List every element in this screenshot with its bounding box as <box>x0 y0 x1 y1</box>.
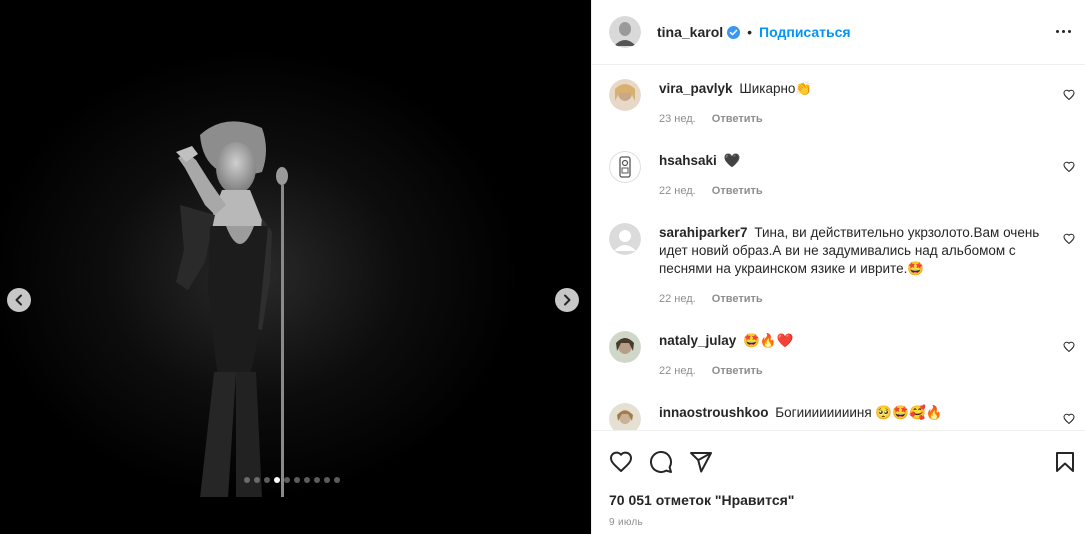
author-username[interactable]: tina_karol <box>657 24 723 40</box>
comment-body: innaostroushkoo Богииииииииня 🥺🤩🥰🔥 <box>659 404 1049 422</box>
carousel-dot <box>334 477 340 483</box>
more-options-icon[interactable] <box>1054 22 1072 40</box>
carousel-dot <box>284 477 290 483</box>
comment-username[interactable]: innaostroushkoo <box>659 405 769 420</box>
carousel-prev-button[interactable] <box>7 288 31 312</box>
post-sidebar: tina_karol • Подписаться vira_pavlyk Шик… <box>591 0 1085 534</box>
commenter-avatar[interactable] <box>609 151 641 183</box>
heart-icon[interactable] <box>1063 233 1075 245</box>
chevron-left-icon <box>15 294 22 306</box>
reply-button[interactable]: Ответить <box>712 185 763 197</box>
carousel-next-button[interactable] <box>555 288 579 312</box>
comment-age: 23 нед. <box>659 113 696 125</box>
comment-age: 22 нед. <box>659 293 696 305</box>
post-date: 9 июль <box>609 517 644 528</box>
verified-badge-icon <box>727 25 741 39</box>
follow-button[interactable]: Подписаться <box>759 24 851 40</box>
carousel-dot <box>274 477 280 483</box>
reply-button[interactable]: Ответить <box>712 293 763 305</box>
paper-plane-icon[interactable] <box>689 450 713 474</box>
comment-meta: 22 нед. Ответить <box>659 185 763 197</box>
post-photo <box>0 0 591 498</box>
commenter-avatar[interactable] <box>609 223 641 255</box>
comment-body: nataly_julay 🤩🔥❤️ <box>659 332 1049 350</box>
comment-text: 🖤 <box>723 153 741 168</box>
comment-text: 🤩🔥❤️ <box>743 333 794 348</box>
author-avatar[interactable] <box>609 16 641 48</box>
reply-button[interactable]: Ответить <box>712 113 763 125</box>
heart-icon[interactable] <box>1063 161 1075 173</box>
commenter-avatar[interactable] <box>609 331 641 363</box>
bookmark-icon[interactable] <box>1053 450 1077 474</box>
reply-button[interactable]: Ответить <box>712 365 763 377</box>
likes-count[interactable]: 70 051 отметок "Нравится" <box>609 492 794 508</box>
commenter-avatar[interactable] <box>609 79 641 111</box>
comment-meta: 22 нед. Ответить <box>659 293 763 305</box>
comment-username[interactable]: sarahiparker7 <box>659 225 748 240</box>
carousel-dot <box>314 477 320 483</box>
heart-icon[interactable] <box>609 450 633 474</box>
post-media <box>0 0 591 534</box>
comment-username[interactable]: vira_pavlyk <box>659 81 733 96</box>
comment-text: Шикарно👏 <box>739 81 813 96</box>
comment-username[interactable]: hsahsaki <box>659 153 717 168</box>
comment-meta: 22 нед. Ответить <box>659 365 763 377</box>
carousel-dot <box>264 477 270 483</box>
comment-body: vira_pavlyk Шикарно👏 <box>659 80 1049 98</box>
comment-bubble-icon[interactable] <box>649 450 673 474</box>
carousel-dots <box>244 477 340 483</box>
carousel-dot <box>254 477 260 483</box>
comment-body: sarahiparker7 Тина, ви действительно укр… <box>659 224 1049 278</box>
carousel-dot <box>294 477 300 483</box>
commenter-avatar[interactable] <box>609 403 641 430</box>
post-actions: 70 051 отметок "Нравится" 9 июль <box>592 430 1085 534</box>
carousel-dot <box>304 477 310 483</box>
chevron-right-icon <box>564 294 571 306</box>
comment-age: 22 нед. <box>659 365 696 377</box>
post-header: tina_karol • Подписаться <box>592 0 1085 65</box>
comment-age: 22 нед. <box>659 185 696 197</box>
comment-username[interactable]: nataly_julay <box>659 333 736 348</box>
comments-list: vira_pavlyk Шикарно👏 23 нед. Ответить hs… <box>592 66 1085 430</box>
comment-body: hsahsaki 🖤 <box>659 152 1049 170</box>
comment-text: Богииииииииня 🥺🤩🥰🔥 <box>775 405 943 420</box>
heart-icon[interactable] <box>1063 89 1075 101</box>
header-separator: • <box>747 24 753 40</box>
media-bottom-bar <box>0 497 591 534</box>
heart-icon[interactable] <box>1063 341 1075 353</box>
heart-icon[interactable] <box>1063 413 1075 425</box>
carousel-dot <box>244 477 250 483</box>
comment-meta: 23 нед. Ответить <box>659 113 763 125</box>
carousel-dot <box>324 477 330 483</box>
